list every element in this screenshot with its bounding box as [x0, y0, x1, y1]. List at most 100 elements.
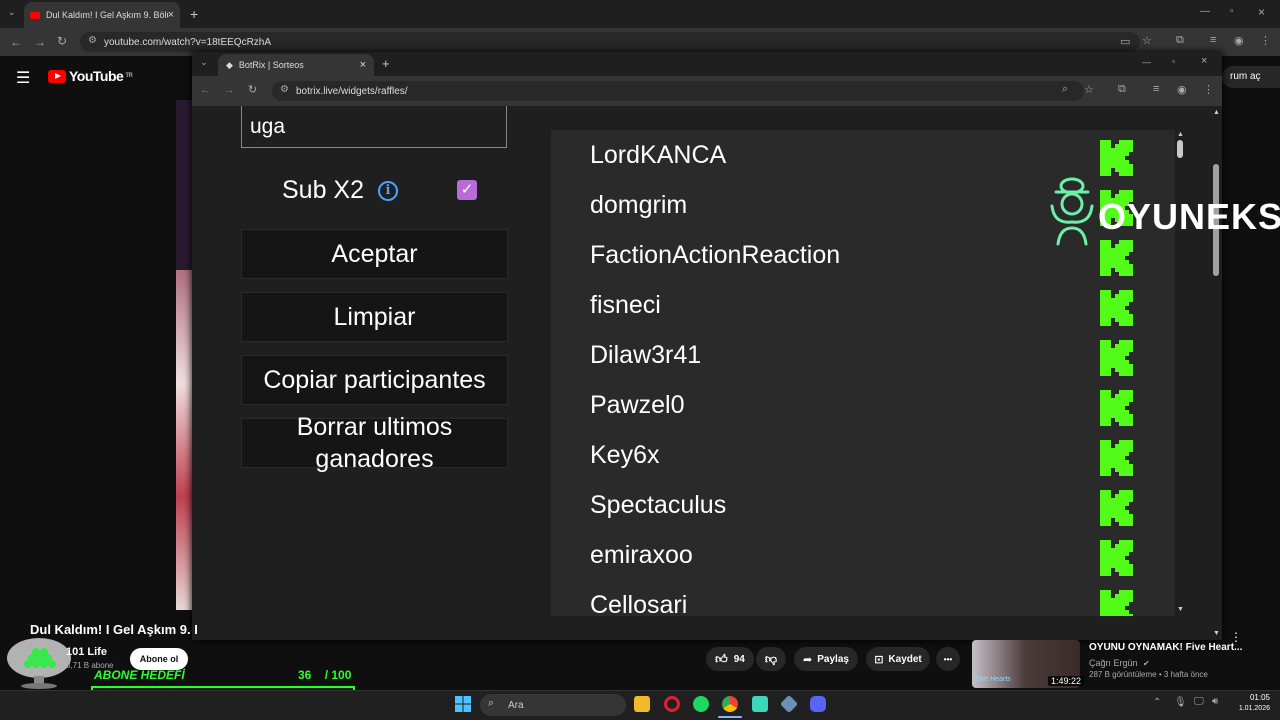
kick-icon: [1100, 390, 1133, 426]
tab-search-chevron-icon[interactable]: ⌄: [8, 7, 16, 18]
back-icon[interactable]: ←: [10, 35, 22, 49]
inner-menu-dots-icon[interactable]: ⋮: [1203, 83, 1214, 96]
youtube-region: TR: [125, 73, 133, 79]
chrome-icon[interactable]: [722, 696, 738, 712]
kick-icon: [1100, 340, 1133, 376]
app-icon-teal[interactable]: [752, 696, 768, 712]
participant-name: emiraxoo: [590, 541, 693, 569]
discord-icon[interactable]: [810, 696, 826, 712]
profile-icon[interactable]: ◉: [1234, 34, 1244, 47]
inner-reload-icon[interactable]: ↻: [248, 83, 257, 96]
participant-name: Cellosari: [590, 591, 688, 619]
recommended-menu-icon[interactable]: ⋮: [1230, 630, 1242, 644]
recommended-meta: 287 B görüntüleme • 3 hafta önce: [1089, 670, 1208, 679]
participant-name: LordKANCA: [590, 141, 727, 169]
share-icon: ➦: [803, 653, 813, 666]
like-button[interactable]: 👍︎ 94: [706, 647, 754, 671]
reload-icon[interactable]: ↻: [57, 34, 67, 48]
dislike-button[interactable]: 👎︎: [756, 647, 786, 671]
new-tab-button[interactable]: +: [190, 6, 198, 22]
save-button[interactable]: ⊡ Kaydet: [866, 647, 930, 671]
menu-dots-icon[interactable]: ⋮: [1260, 34, 1271, 47]
site-info-icon[interactable]: ⚙: [88, 35, 97, 46]
participant-name: FactionActionReaction: [590, 241, 841, 269]
thumbs-up-icon: 👍︎: [715, 651, 728, 666]
youtube-logo-text: YouTube: [69, 68, 124, 84]
inner-url-text: botrix.live/widgets/raffles/: [296, 85, 408, 97]
kick-icon: [1100, 240, 1133, 276]
inner-new-tab-button[interactable]: +: [382, 56, 390, 71]
tray-expand-icon[interactable]: ⌃: [1153, 697, 1161, 708]
taskbar-search[interactable]: ⌕ Ara: [480, 694, 626, 716]
subscribe-button[interactable]: Abone ol: [130, 648, 188, 670]
page-scroll-down-icon[interactable]: ▼: [1213, 630, 1220, 637]
inner-tab-botrix[interactable]: ◆ BotRix | Sorteos ×: [218, 54, 374, 76]
cast-icon[interactable]: ▭: [1120, 35, 1130, 48]
scroll-down-icon[interactable]: ▼: [1177, 606, 1184, 613]
youtube-favicon-icon: [30, 11, 40, 19]
network-icon[interactable]: 🖵︎: [1194, 696, 1204, 707]
oyuneks-watermark: OYUNEKS: [1098, 196, 1280, 237]
kick-icon: [1100, 140, 1133, 176]
kick-icon: [1100, 540, 1133, 576]
volume-icon[interactable]: 🔊︎: [1212, 696, 1218, 707]
inner-tab-close-icon[interactable]: ×: [360, 59, 366, 71]
goal-count: 36 / 100: [298, 668, 351, 682]
goal-label: ABONE HEDEFİ: [94, 668, 185, 682]
kick-icon: [1100, 290, 1133, 326]
inner-maximize-icon[interactable]: ▫: [1172, 56, 1175, 66]
opera-gx-icon[interactable]: [664, 696, 680, 712]
oyuneks-mascot-icon: [1050, 177, 1094, 246]
clock-date[interactable]: 1.01.2026: [1228, 705, 1270, 712]
inner-tab-title: BotRix | Sorteos: [238, 60, 304, 70]
inner-tab-search-chevron-icon[interactable]: ⌄: [200, 57, 208, 68]
extensions-icon[interactable]: ⧉: [1176, 34, 1184, 47]
outer-url-bar[interactable]: ⚙ youtube.com/watch?v=18tEEQcRzhA: [80, 32, 1140, 52]
channel-name[interactable]: 101 Life: [66, 646, 107, 658]
inner-site-info-icon[interactable]: ⚙: [280, 84, 289, 95]
minimize-icon[interactable]: —: [1200, 6, 1210, 17]
recommended-title[interactable]: OYUNU OYNAMAK! Five Heart...: [1089, 642, 1242, 653]
share-label: Paylaş: [817, 653, 849, 665]
inner-profile-icon[interactable]: ◉: [1177, 83, 1187, 96]
windows-start-icon[interactable]: [455, 696, 471, 712]
inner-bookmark-star-icon[interactable]: ☆: [1084, 83, 1094, 96]
clock-time[interactable]: 01:05: [1240, 693, 1270, 702]
youtube-play-icon: [48, 69, 66, 83]
save-label: Kaydet: [888, 653, 922, 665]
inner-forward-icon[interactable]: →: [224, 84, 235, 96]
participant-name: domgrim: [590, 191, 688, 219]
participant-name: Dilaw3r41: [590, 341, 702, 369]
inner-window-close-icon[interactable]: ×: [1201, 55, 1207, 67]
microphone-icon[interactable]: 🎙︎: [1174, 697, 1187, 708]
thumbs-down-icon: 👎︎: [764, 651, 778, 666]
youtube-logo[interactable]: YouTube TR: [48, 68, 133, 84]
list-scrollbar-thumb[interactable]: [1177, 140, 1183, 158]
bookmark-star-icon[interactable]: ☆: [1142, 34, 1152, 47]
subscriber-goal-bowl-icon: [7, 638, 71, 689]
zoom-icon[interactable]: ⌕: [1062, 83, 1068, 96]
spotify-icon[interactable]: [693, 696, 709, 712]
window-close-icon[interactable]: ×: [1258, 5, 1265, 19]
close-icon[interactable]: ×: [168, 9, 174, 21]
outer-tab-youtube[interactable]: Dul Kaldım! I Gel Aşkım 9. Bölüm ×: [24, 2, 180, 28]
scroll-up-icon[interactable]: ▲: [1177, 131, 1184, 138]
taskbar-search-label: Ara: [508, 699, 524, 711]
login-button[interactable]: rum aç: [1222, 66, 1280, 88]
participant-name: fisneci: [590, 291, 661, 319]
more-actions-button[interactable]: •••: [936, 647, 960, 671]
share-button[interactable]: ➦ Paylaş: [794, 647, 858, 671]
chrome-active-indicator: [718, 716, 742, 718]
inner-extensions-icon[interactable]: ⧉: [1118, 83, 1126, 96]
inner-minimize-icon[interactable]: —: [1142, 57, 1151, 67]
media-control-icon[interactable]: ≡: [1210, 34, 1216, 46]
inner-url-bar[interactable]: ⚙ botrix.live/widgets/raffles/: [272, 81, 1084, 101]
inner-media-control-icon[interactable]: ≡: [1153, 83, 1159, 95]
hamburger-menu-icon[interactable]: ☰: [16, 68, 30, 88]
forward-icon[interactable]: →: [34, 35, 46, 49]
inner-back-icon[interactable]: ←: [200, 84, 211, 96]
thumbnail-caption: Five Hearts: [975, 676, 1011, 683]
page-scroll-up-icon[interactable]: ▲: [1213, 109, 1220, 116]
file-explorer-icon[interactable]: [634, 696, 650, 712]
maximize-icon[interactable]: ▫: [1230, 6, 1234, 17]
